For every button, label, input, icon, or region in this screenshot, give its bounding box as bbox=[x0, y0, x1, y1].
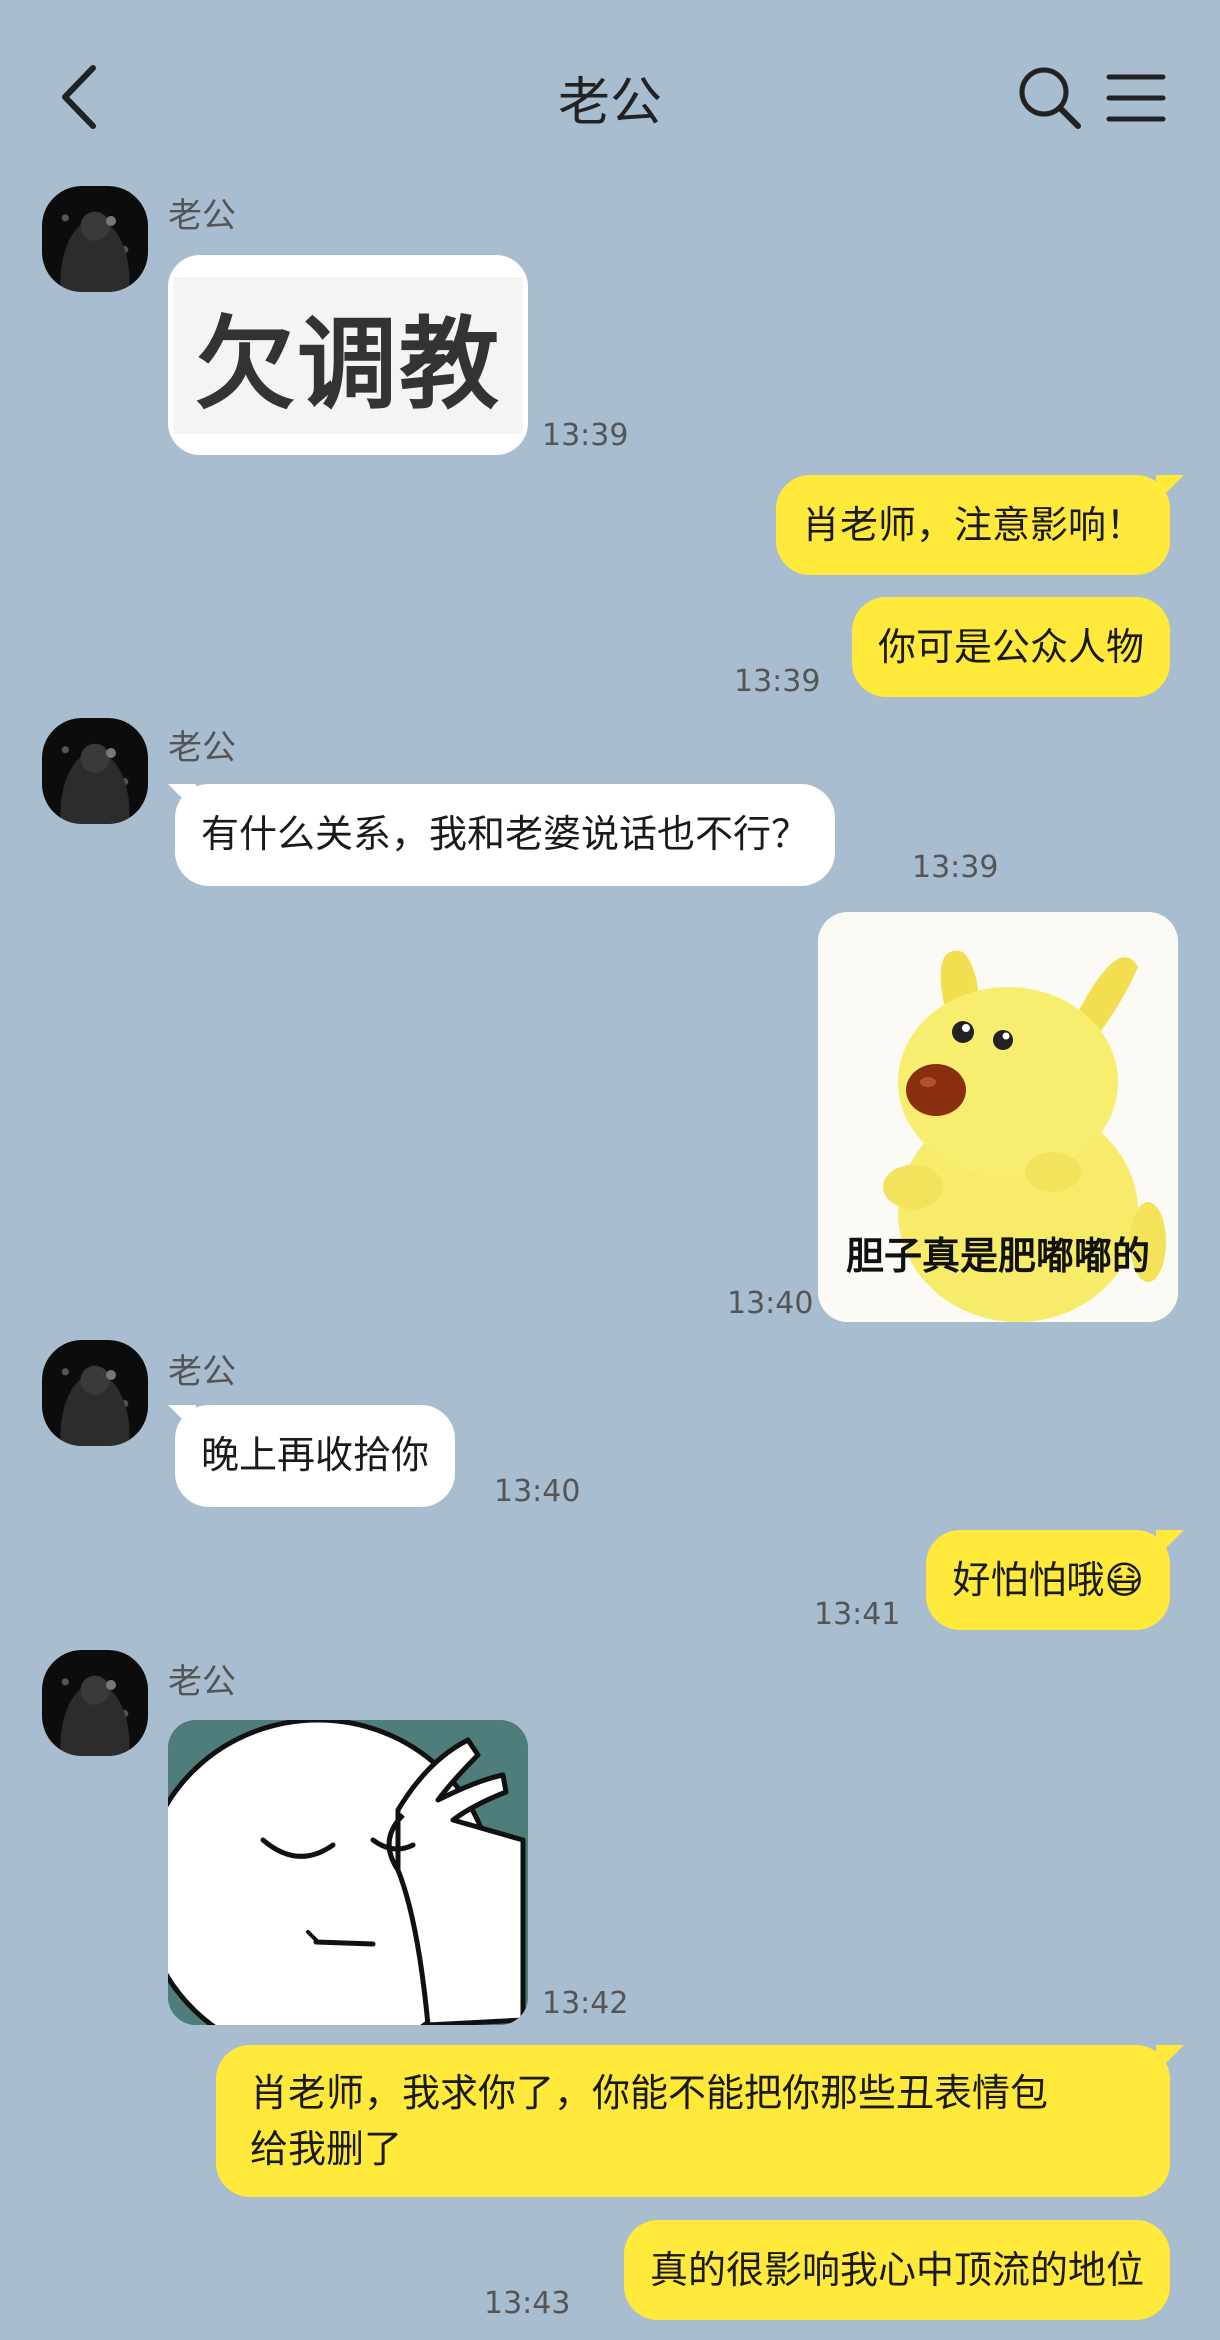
bubble-tail bbox=[1156, 2045, 1184, 2073]
avatar[interactable] bbox=[42, 186, 148, 292]
timestamp: 13:42 bbox=[542, 1986, 629, 2021]
sticker-text: 欠调教 bbox=[173, 276, 523, 434]
sender-name: 老公 bbox=[168, 1662, 236, 1702]
message-text: 你可是公众人物 bbox=[877, 625, 1144, 669]
menu-icon[interactable] bbox=[1106, 72, 1166, 124]
bubble-tail bbox=[1156, 1530, 1184, 1558]
message-text-line: 肖老师，我求你了，你能不能把你那些丑表情包 bbox=[250, 2071, 1049, 2115]
message-bubble-outgoing[interactable]: 好怕怕哦😷 bbox=[926, 1530, 1170, 1630]
sender-name: 老公 bbox=[168, 728, 236, 768]
sticker-image[interactable] bbox=[168, 1720, 528, 2025]
search-icon[interactable] bbox=[1016, 64, 1082, 130]
sticker-image[interactable]: 欠调教 bbox=[168, 255, 528, 455]
timestamp: 13:40 bbox=[727, 1286, 814, 1321]
message-text-line: 给我删了 bbox=[250, 2127, 403, 2171]
message-bubble-outgoing[interactable]: 肖老师，我求你了，你能不能把你那些丑表情包 给我删了 bbox=[216, 2045, 1170, 2197]
timestamp: 13:40 bbox=[494, 1474, 581, 1509]
timestamp: 13:39 bbox=[542, 418, 629, 453]
message-text: 好怕怕哦 bbox=[952, 1558, 1105, 1602]
avatar[interactable] bbox=[42, 1340, 148, 1446]
message-text: 有什么关系，我和老婆说话也不行？ bbox=[201, 812, 810, 856]
avatar[interactable] bbox=[42, 718, 148, 824]
message-bubble-incoming[interactable]: 有什么关系，我和老婆说话也不行？ bbox=[175, 784, 836, 886]
message-text: 真的很影响我心中顶流的地位 bbox=[649, 2248, 1144, 2292]
message-bubble-incoming[interactable]: 晚上再收拾你 bbox=[175, 1405, 456, 1507]
timestamp: 13:41 bbox=[814, 1597, 901, 1632]
avatar[interactable] bbox=[42, 1650, 148, 1756]
timestamp: 13:43 bbox=[484, 2286, 571, 2321]
bubble-tail bbox=[1156, 475, 1184, 503]
timestamp: 13:39 bbox=[734, 664, 821, 699]
sender-name: 老公 bbox=[168, 196, 236, 236]
facepalm-sticker-icon bbox=[168, 1720, 528, 2025]
message-bubble-outgoing[interactable]: 你可是公众人物 bbox=[851, 597, 1170, 697]
message-text: 肖老师，注意影响！ bbox=[801, 503, 1144, 547]
sender-name: 老公 bbox=[168, 1352, 236, 1392]
sticker-caption: 胆子真是肥嘟嘟的 bbox=[845, 1234, 1150, 1278]
message-bubble-outgoing[interactable]: 真的很影响我心中顶流的地位 bbox=[623, 2220, 1170, 2320]
mask-face-emoji-icon: 😷 bbox=[1104, 1558, 1144, 1602]
message-bubble-outgoing[interactable]: 肖老师，注意影响！ bbox=[775, 475, 1170, 575]
sticker-image[interactable]: 胆子真是肥嘟嘟的 bbox=[818, 912, 1178, 1322]
message-text: 晚上再收拾你 bbox=[201, 1433, 430, 1477]
timestamp: 13:39 bbox=[912, 850, 999, 885]
